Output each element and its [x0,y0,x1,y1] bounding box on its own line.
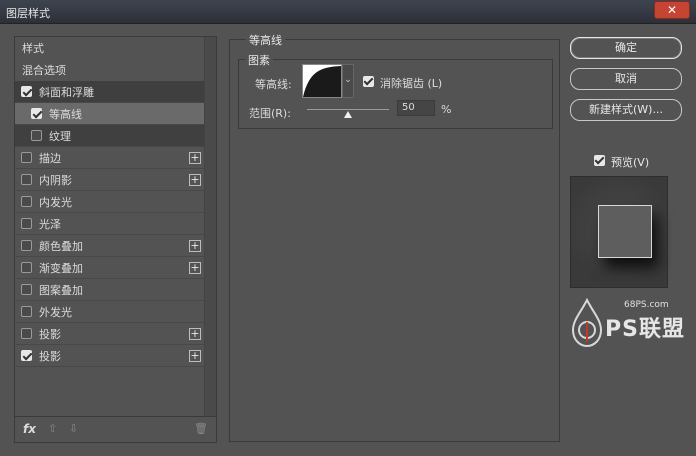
gradient-overlay-checkbox[interactable] [21,262,32,273]
cancel-button[interactable]: 取消 [570,68,682,90]
style-item-texture[interactable]: 纹理 [15,125,205,147]
contour-group-title: 等高线 [246,32,285,48]
chevron-down-icon[interactable]: ⌄ [342,64,354,98]
add-color-overlay-button[interactable]: + [189,240,201,252]
style-item-label: 颜色叠加 [39,239,83,253]
style-item-label: 渐变叠加 [39,261,83,275]
style-item-color-overlay[interactable]: 颜色叠加 + [15,235,205,257]
blending-options[interactable]: 混合选项 [15,59,205,81]
preview-checkbox[interactable] [594,155,605,166]
style-item-label: 投影 [39,349,61,363]
add-drop-shadow-button[interactable]: + [189,350,201,362]
satin-checkbox[interactable] [21,218,32,229]
ok-button[interactable]: 确定 [570,37,682,59]
bevel-emboss-checkbox[interactable] [21,86,32,97]
window-title: 图层样式 [6,7,50,20]
inner-glow-checkbox[interactable] [21,196,32,207]
range-input[interactable]: 50 [397,100,435,116]
style-item-label: 纹理 [49,129,71,143]
antialias-checkbox[interactable] [363,76,374,87]
contour-curve-icon [303,65,341,97]
inner-shadow-checkbox[interactable] [21,174,32,185]
preview-swatch [598,205,652,258]
styles-scrollbar[interactable] [204,37,216,417]
fx-icon[interactable]: fx [23,422,36,436]
range-slider-thumb[interactable] [344,111,352,118]
style-item-pattern-overlay[interactable]: 图案叠加 [15,279,205,301]
drop-shadow-1-checkbox[interactable] [21,328,32,339]
outer-glow-checkbox[interactable] [21,306,32,317]
elements-group: 图素 等高线: ⌄ 消除锯齿 (L) 范围(R): 50 % [238,52,553,129]
add-drop-shadow-button[interactable]: + [189,328,201,340]
close-button[interactable]: ✕ [654,1,690,19]
style-item-label: 斜面和浮雕 [39,85,94,99]
style-item-gradient-overlay[interactable]: 渐变叠加 + [15,257,205,279]
add-inner-shadow-button[interactable]: + [189,174,201,186]
elements-group-title: 图素 [245,52,273,68]
style-item-bevel-emboss[interactable]: 斜面和浮雕 [15,81,205,103]
style-item-label: 等高线 [49,107,82,121]
new-style-button[interactable]: 新建样式(W)... [570,99,682,121]
contour-curve-picker[interactable] [302,64,342,98]
stroke-checkbox[interactable] [21,152,32,163]
range-unit: % [441,103,452,116]
drop-shadow-2-checkbox[interactable] [21,350,32,361]
texture-checkbox[interactable] [31,130,42,141]
trash-icon[interactable]: 🗑 [194,422,208,435]
styles-header[interactable]: 样式 [15,37,205,59]
style-item-stroke[interactable]: 描边 + [15,147,205,169]
color-overlay-checkbox[interactable] [21,240,32,251]
style-item-inner-shadow[interactable]: 内阴影 + [15,169,205,191]
add-stroke-button[interactable]: + [189,152,201,164]
antialias-label: 消除锯齿 (L) [380,77,443,90]
style-item-label: 光泽 [39,217,61,231]
style-item-label: 描边 [39,151,61,165]
style-item-label: 图案叠加 [39,283,83,297]
style-item-label: 内阴影 [39,173,72,187]
style-item-contour[interactable]: 等高线 [15,103,205,125]
preview-label: 预览(V) [611,156,650,169]
blending-options-label: 混合选项 [22,64,66,77]
title-bar: 图层样式 ✕ [0,0,696,24]
styles-panel: 样式 混合选项 斜面和浮雕 等高线 纹理 描边 + 内阴影 + 内发光 光泽 颜… [14,36,217,443]
move-up-icon[interactable]: ⇧ [48,422,57,435]
watermark-brand: PS联盟 [605,317,685,342]
move-down-icon[interactable]: ⇩ [69,422,78,435]
contour-settings-panel: 等高线 图素 等高线: ⌄ 消除锯齿 (L) 范围(R): 50 % [229,32,560,442]
add-gradient-overlay-button[interactable]: + [189,262,201,274]
styles-footer: fx ⇧ ⇩ 🗑 [15,416,216,442]
style-item-outer-glow[interactable]: 外发光 [15,301,205,323]
style-item-label: 内发光 [39,195,72,209]
range-label: 范围(R): [249,107,291,120]
styles-header-label: 样式 [22,42,44,55]
style-item-label: 外发光 [39,305,72,319]
watermark-site: 68PS.com [624,300,669,310]
style-item-inner-glow[interactable]: 内发光 [15,191,205,213]
contour-checkbox[interactable] [31,108,42,119]
dialog-body: 样式 混合选项 斜面和浮雕 等高线 纹理 描边 + 内阴影 + 内发光 光泽 颜… [5,24,691,451]
watermark-logo-icon [571,298,603,348]
style-item-drop-shadow-1[interactable]: 投影 + [15,323,205,345]
style-item-satin[interactable]: 光泽 [15,213,205,235]
contour-label: 等高线: [255,78,292,91]
styles-list: 样式 混合选项 斜面和浮雕 等高线 纹理 描边 + 内阴影 + 内发光 光泽 颜… [15,37,205,417]
style-item-label: 投影 [39,327,61,341]
range-slider-track[interactable] [307,109,389,110]
pattern-overlay-checkbox[interactable] [21,284,32,295]
style-item-drop-shadow-2[interactable]: 投影 + [15,345,205,367]
style-preview [570,176,668,288]
